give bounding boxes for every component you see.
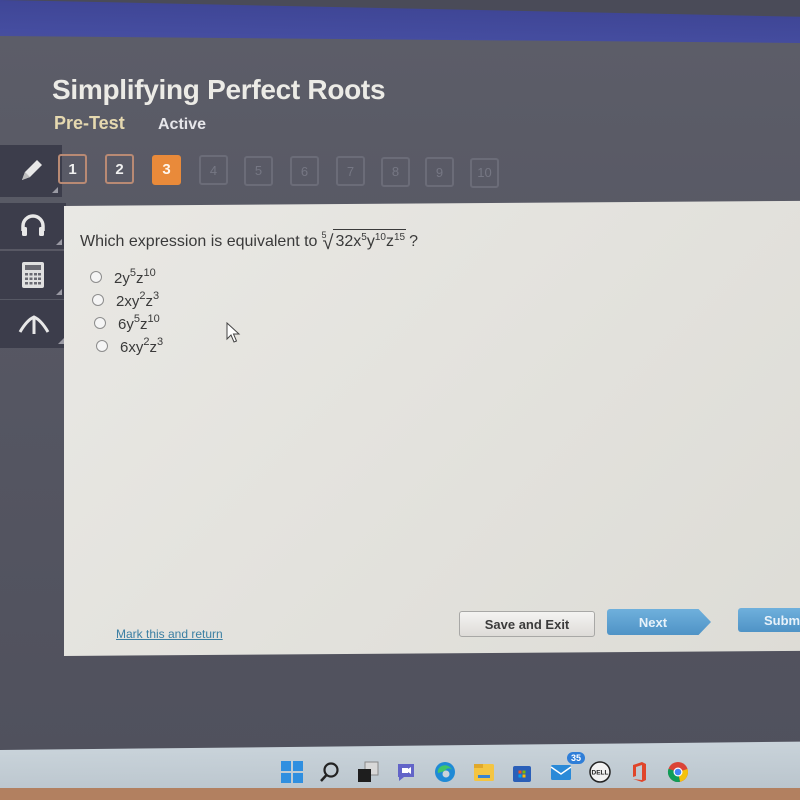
dell-icon[interactable]: DELL: [588, 760, 612, 784]
question-nav-item-8: 8: [381, 156, 410, 187]
calculator-tool-button[interactable]: [0, 251, 66, 299]
question-nav-item-2[interactable]: 2: [105, 154, 134, 185]
radio-button[interactable]: [94, 317, 106, 329]
answer-choice-3[interactable]: 6y5z10: [94, 312, 163, 334]
radio-button[interactable]: [96, 340, 108, 352]
headphones-tool-button[interactable]: [0, 203, 66, 249]
file-explorer-icon[interactable]: [472, 760, 496, 784]
calculator-icon: [22, 262, 44, 288]
test-type-label: Pre-Test: [54, 113, 125, 133]
radicand-variable: z: [385, 233, 394, 250]
answer-choice-2[interactable]: 2xy2z3: [92, 289, 163, 311]
radicand-exponent: 15: [393, 232, 406, 243]
page-title: Simplifying Perfect Roots: [52, 74, 386, 105]
question-text: Which expression is equivalent to: [80, 233, 318, 250]
question-nav-item-10: 10: [470, 157, 499, 188]
radicand-variable: y: [366, 233, 375, 250]
question-nav-item-1[interactable]: 1: [58, 154, 87, 184]
mouse-cursor-icon: [226, 322, 241, 343]
microsoft-store-icon[interactable]: [510, 760, 534, 784]
search-icon[interactable]: [318, 760, 342, 784]
next-button[interactable]: Next: [607, 609, 711, 635]
question-panel: [64, 200, 800, 657]
windows-start-icon[interactable]: [280, 760, 304, 784]
mark-and-return-link[interactable]: Mark this and return: [116, 627, 223, 641]
radicand: 32x5y10z15: [333, 229, 407, 251]
save-and-exit-button[interactable]: Save and Exit: [459, 611, 595, 637]
radio-button[interactable]: [92, 294, 104, 306]
mail-icon[interactable]: 35: [549, 752, 585, 784]
answer-choice-label: 6xy2z3: [120, 336, 164, 356]
answer-choice-label: 6y5z10: [118, 313, 160, 333]
answer-choices: 2y5z10 2xy2z3 6y5z10 6xy2z3: [90, 266, 163, 358]
question-mark: ?: [409, 233, 418, 250]
answer-choice-label: 2y5z10: [114, 267, 156, 287]
question-prompt: Which expression is equivalent to 5 √ 32…: [80, 229, 418, 253]
collapse-tools-button[interactable]: [0, 300, 68, 348]
teams-chat-icon[interactable]: [394, 760, 418, 784]
radio-button[interactable]: [90, 271, 102, 283]
desk-surface: [0, 788, 800, 800]
question-nav-item-4: 4: [199, 155, 228, 186]
question-nav-item-5: 5: [244, 155, 273, 186]
pencil-icon: [22, 160, 42, 180]
caret-up-icon: [18, 315, 50, 334]
answer-choice-label: 2xy2z3: [116, 290, 160, 310]
question-nav-item-6: 6: [290, 156, 319, 186]
office-icon[interactable]: [627, 760, 651, 784]
question-nav-item-7: 7: [336, 156, 365, 187]
status-label: Active: [158, 116, 207, 133]
taskbar-icons: 35 DELL: [270, 752, 700, 787]
chrome-icon[interactable]: [666, 760, 690, 784]
notification-badge: 35: [566, 752, 585, 764]
edge-browser-icon[interactable]: [433, 760, 457, 784]
headphones-icon: [21, 214, 45, 236]
answer-choice-4[interactable]: 6xy2z3: [96, 335, 163, 357]
answer-choice-1[interactable]: 2y5z10: [90, 266, 163, 288]
radical-expression: 5 √ 32x5y10z15: [321, 229, 407, 253]
svg-text:DELL: DELL: [592, 770, 609, 777]
radicand-exponent: 10: [374, 232, 386, 243]
question-nav-item-3[interactable]: 3: [152, 154, 181, 185]
submit-button[interactable]: Submit: [738, 608, 800, 632]
radical-index: 5: [321, 230, 327, 240]
question-nav-item-9: 9: [425, 157, 454, 188]
radicand-coefficient: 32: [335, 233, 354, 250]
pencil-tool-button[interactable]: [0, 145, 62, 197]
task-view-icon[interactable]: [356, 760, 380, 784]
